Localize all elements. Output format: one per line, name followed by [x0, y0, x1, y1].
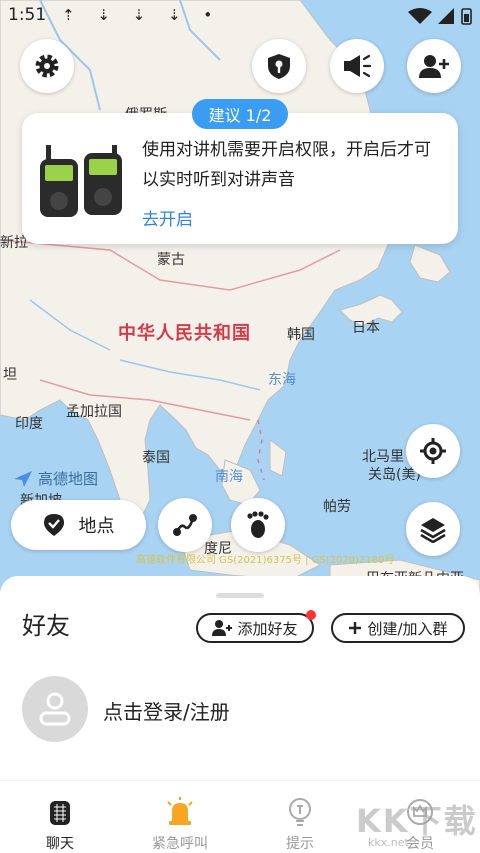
add-friend-button[interactable]: 添加好友 [196, 610, 316, 643]
user-placeholder-icon [39, 692, 71, 726]
tab-emergency-call-label: 紧急呼叫 [152, 836, 208, 852]
sheet-drag-handle[interactable] [216, 593, 264, 598]
map-label-tan: 坦 [3, 367, 17, 383]
locate-button[interactable] [406, 424, 460, 478]
map-label-india: 印度 [15, 416, 43, 432]
speaker-button[interactable] [330, 39, 384, 93]
map-provider-logo: 高德地图 [12, 468, 98, 489]
status-notification-icons: ⇡ ⇣ ⇣ ⇣ • [62, 6, 222, 24]
create-join-group-label: 创建/加入群 [367, 619, 448, 638]
plus-icon [349, 622, 362, 634]
layers-icon [420, 518, 446, 543]
map-label-northern-mariana: 北马里 [362, 449, 404, 465]
map-label-palau: 帕劳 [323, 499, 351, 515]
shield-key-icon [268, 54, 290, 79]
gear-icon [35, 54, 59, 78]
map-label-south-sea: 南海 [215, 469, 243, 485]
amap-logo-icon [14, 470, 32, 487]
map-label-bangladesh: 孟加拉国 [66, 404, 122, 420]
add-user-icon [419, 55, 449, 78]
map-copyright: 高德软件有限公司 GS(2021)6375号 | GS(2020)2189号 [136, 555, 395, 566]
kkx-watermark-site: kkx.net [368, 836, 409, 849]
map-label-thailand: 泰国 [142, 450, 170, 466]
permission-tip-card: 使用对讲机需要开启权限，开启后才可以实时听到对讲声音 去开启 [22, 113, 458, 244]
tab-chat-label: 聊天 [46, 836, 74, 852]
places-button[interactable]: 地点 [11, 500, 146, 550]
tab-tips-label: 提示 [286, 836, 314, 852]
tip-badge: 建议 1/2 [192, 99, 288, 129]
friends-title: 好友 [22, 612, 70, 640]
route-button[interactable] [158, 498, 212, 552]
settings-button[interactable] [20, 39, 74, 93]
wifi-icon [408, 8, 432, 24]
status-bar: 1:51 ⇡ ⇣ ⇣ ⇣ • [0, 0, 480, 32]
tab-chat[interactable]: 聊天 [0, 781, 120, 853]
location-pin-icon [43, 514, 64, 536]
layers-button[interactable] [406, 502, 460, 556]
create-join-group-button[interactable]: 创建/加入群 [331, 613, 465, 643]
notification-dot [306, 610, 316, 620]
lightbulb-icon [285, 797, 315, 827]
login-register-link[interactable]: 点击登录/注册 [103, 696, 230, 725]
signal-icon [438, 8, 454, 24]
enable-permission-link[interactable]: 去开启 [142, 205, 193, 230]
walkie-talkie-illustration [36, 145, 128, 225]
route-icon [173, 514, 197, 536]
friends-sheet: 好友 添加好友 创建/加入群 点击登录/注册 [0, 576, 480, 780]
footprint-button[interactable] [231, 498, 285, 552]
map-label-korea: 韩国 [287, 327, 315, 343]
locate-icon [420, 438, 446, 464]
tab-emergency-call[interactable]: 紧急呼叫 [120, 781, 240, 853]
map-provider-name: 高德地图 [38, 470, 99, 488]
map-label-japan: 日本 [352, 320, 380, 336]
privacy-button[interactable] [252, 39, 306, 93]
alarm-bell-icon [165, 797, 195, 827]
map-label-china: 中华人民共和国 [118, 323, 251, 344]
map-label-east-sea: 东海 [268, 372, 296, 388]
avatar[interactable] [22, 676, 88, 742]
add-friend-label: 添加好友 [237, 619, 298, 638]
places-label: 地点 [78, 516, 115, 537]
status-time: 1:51 [8, 5, 47, 25]
map-label-mongolia: 蒙古 [157, 252, 185, 268]
walkie-talkie-icon [45, 797, 75, 827]
add-contact-button[interactable] [407, 39, 461, 93]
megaphone-icon [344, 54, 372, 78]
tab-tips[interactable]: 提示 [240, 781, 360, 853]
footprint-icon [247, 511, 269, 538]
status-system-icons [406, 6, 474, 30]
add-user-icon [212, 620, 233, 636]
tip-text: 使用对讲机需要开启权限，开启后才可以实时听到对讲声音 [142, 140, 431, 190]
